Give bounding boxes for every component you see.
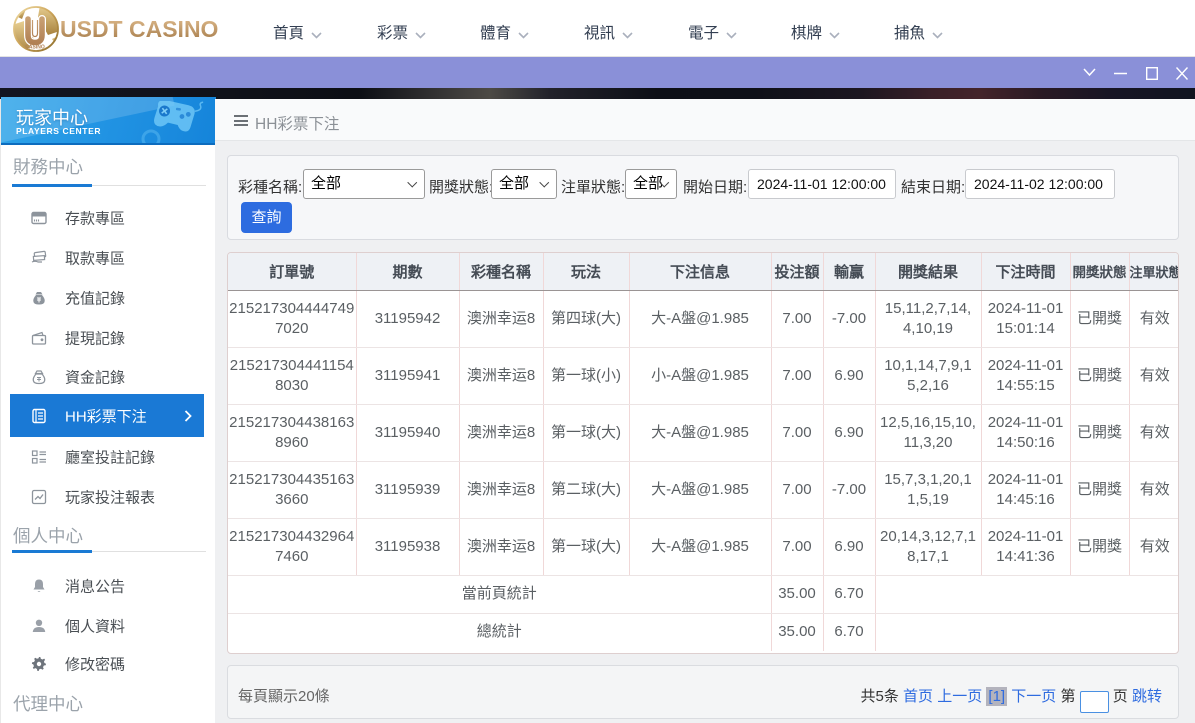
svg-text:CASINO: CASINO xyxy=(25,45,45,51)
